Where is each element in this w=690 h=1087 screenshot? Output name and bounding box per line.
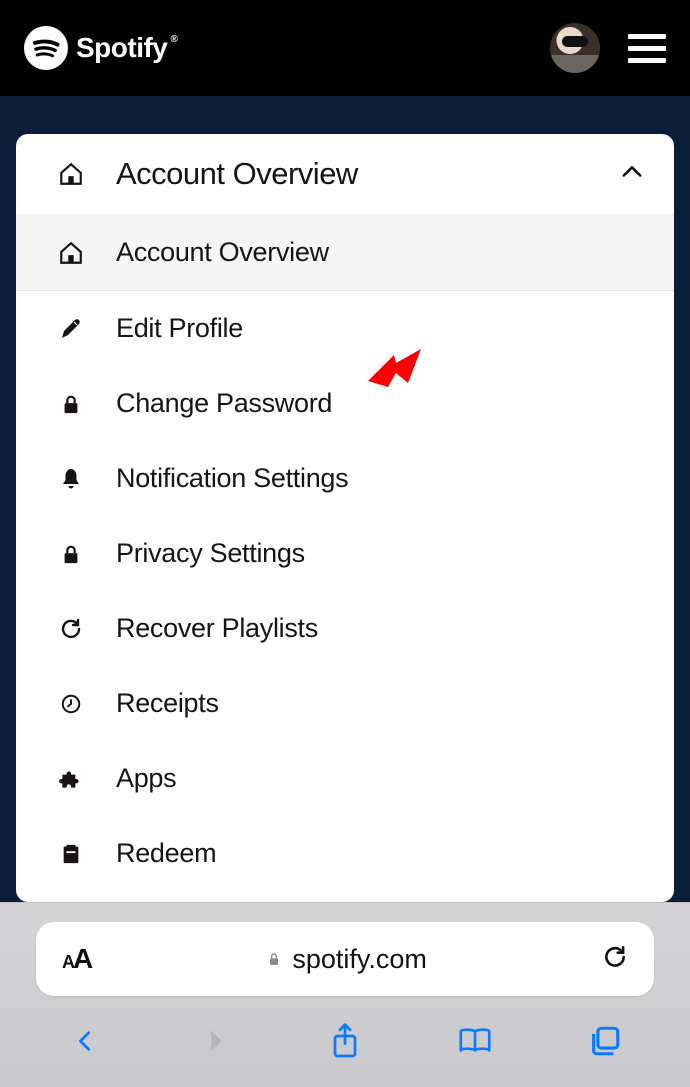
- lock-icon: [266, 949, 282, 969]
- tabs-button[interactable]: [585, 1021, 625, 1061]
- menu-item-notification-settings[interactable]: Notification Settings: [16, 441, 674, 516]
- menu-item-label: Privacy Settings: [116, 538, 305, 569]
- menu-item-label: Redeem: [116, 838, 216, 869]
- menu-item-apps[interactable]: Apps: [16, 741, 674, 816]
- safari-toolbar: [0, 1007, 690, 1075]
- menu-item-account-overview[interactable]: Account Overview: [16, 215, 674, 291]
- menu-item-label: Apps: [116, 763, 176, 794]
- back-button[interactable]: [65, 1021, 105, 1061]
- forward-button[interactable]: [195, 1021, 235, 1061]
- card-icon: [58, 841, 84, 867]
- menu-item-change-password[interactable]: Change Password: [16, 366, 674, 441]
- menu-item-label: Notification Settings: [116, 463, 348, 494]
- account-menu-card: Account Overview Account Overview: [16, 134, 674, 902]
- menu-item-label: Change Password: [116, 388, 332, 419]
- url-display: spotify.com: [91, 944, 602, 975]
- spotify-logo[interactable]: Spotify: [24, 26, 167, 70]
- home-icon: [58, 240, 84, 266]
- page-background: Account Overview Account Overview: [0, 96, 690, 902]
- user-avatar[interactable]: [550, 23, 600, 73]
- menu-item-redeem[interactable]: Redeem: [16, 816, 674, 891]
- chevron-up-icon: [618, 158, 646, 191]
- bell-icon: [58, 466, 84, 492]
- safari-browser-chrome: AA spotify.com: [0, 902, 690, 1087]
- menu-item-label: Edit Profile: [116, 313, 243, 344]
- lock-icon: [58, 391, 84, 417]
- menu-title: Account Overview: [116, 156, 586, 192]
- menu-item-label: Receipts: [116, 688, 219, 719]
- hamburger-menu-icon[interactable]: [628, 34, 666, 63]
- reload-icon[interactable]: [602, 944, 628, 975]
- bookmarks-button[interactable]: [455, 1021, 495, 1061]
- menu-header[interactable]: Account Overview: [16, 134, 674, 215]
- menu-item-label: Recover Playlists: [116, 613, 318, 644]
- puzzle-icon: [58, 766, 84, 792]
- url-text: spotify.com: [292, 944, 427, 975]
- share-button[interactable]: [325, 1021, 365, 1061]
- header-right: [550, 23, 666, 73]
- app-header: Spotify: [0, 0, 690, 96]
- clock-icon: [58, 691, 84, 717]
- menu-item-label: Account Overview: [116, 237, 329, 268]
- recover-icon: [58, 616, 84, 642]
- lock-icon: [58, 541, 84, 567]
- text-size-icon[interactable]: AA: [62, 943, 91, 975]
- menu-item-receipts[interactable]: Receipts: [16, 666, 674, 741]
- menu-item-recover-playlists[interactable]: Recover Playlists: [16, 591, 674, 666]
- home-icon: [58, 161, 84, 187]
- spotify-icon: [24, 26, 68, 70]
- menu-item-edit-profile[interactable]: Edit Profile: [16, 291, 674, 366]
- url-bar[interactable]: AA spotify.com: [36, 922, 654, 996]
- brand-name: Spotify: [76, 32, 167, 64]
- menu-item-privacy-settings[interactable]: Privacy Settings: [16, 516, 674, 591]
- pencil-icon: [58, 316, 84, 342]
